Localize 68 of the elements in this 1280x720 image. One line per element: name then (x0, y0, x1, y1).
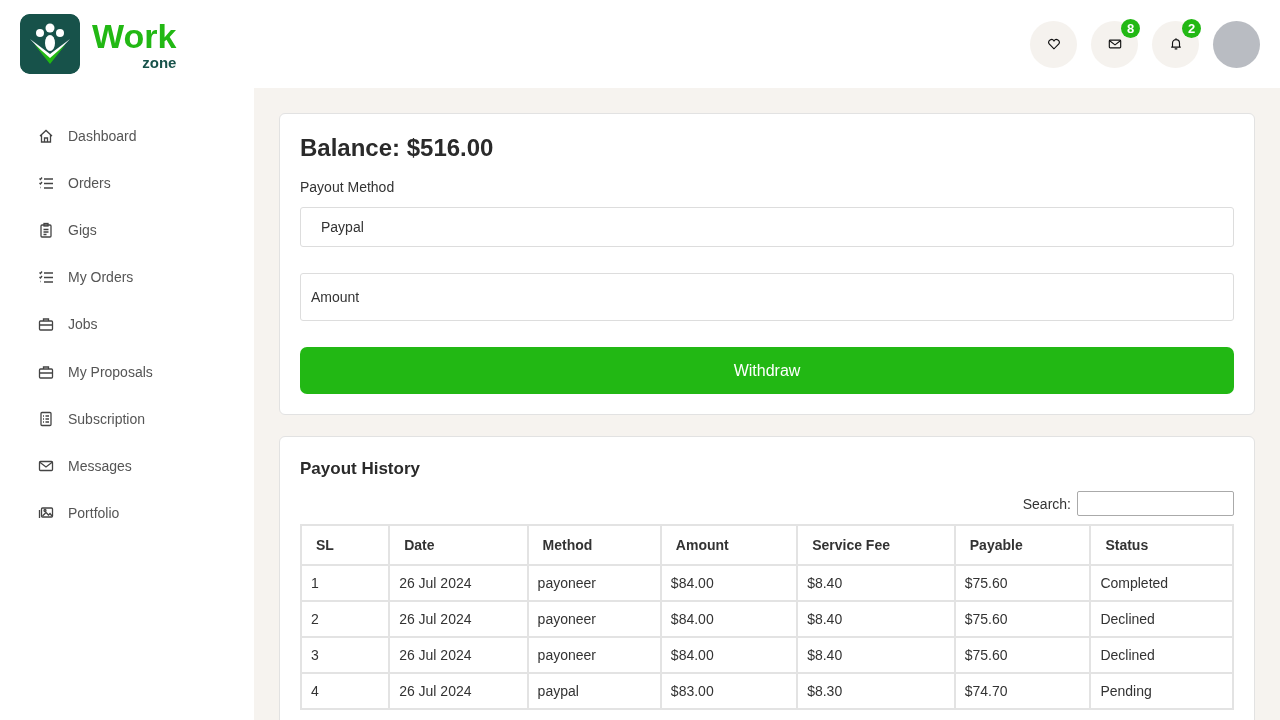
sidebar-item[interactable]: Gigs (0, 206, 254, 254)
column-header[interactable]: SL (301, 525, 390, 565)
table-cell: 2 (301, 601, 390, 637)
payout-history-title: Payout History (300, 459, 421, 479)
table-cell: $75.60 (954, 565, 1091, 601)
logo-title: Work (92, 18, 177, 53)
sidebar-item[interactable]: Messages (0, 442, 254, 490)
table-cell: 26 Jul 2024 (389, 565, 528, 601)
table-cell: Declined (1090, 601, 1233, 637)
favorites-button[interactable] (1030, 20, 1077, 68)
logo-icon (20, 14, 80, 74)
table-cell: $84.00 (660, 565, 798, 601)
table-cell: paypal (527, 673, 661, 709)
table-cell: $84.00 (660, 637, 798, 673)
sidebar-item[interactable]: Orders (0, 159, 254, 207)
table-cell: $8.40 (797, 637, 955, 673)
briefcase-icon (38, 363, 54, 380)
payout-method-label: Payout Method (300, 179, 395, 195)
search-input[interactable] (1077, 491, 1234, 516)
briefcase-icon (38, 316, 54, 333)
column-header[interactable]: Amount (660, 525, 798, 565)
column-header[interactable]: Date (389, 525, 528, 565)
sidebar-item[interactable]: Jobs (0, 300, 254, 348)
search-label: Search: (1022, 495, 1071, 512)
table-cell: payoneer (527, 601, 661, 637)
table-cell: $75.60 (954, 637, 1091, 673)
table-cell: payoneer (527, 637, 661, 673)
table-cell: $83.00 (660, 673, 798, 709)
column-header[interactable]: Payable (954, 525, 1091, 565)
notification-count-badge: 2 (1182, 18, 1201, 38)
table-cell: Pending (1090, 673, 1233, 709)
table-cell: 4 (301, 673, 390, 709)
table-cell: $75.60 (954, 601, 1091, 637)
table-cell: $84.00 (660, 601, 798, 637)
table-cell: 1 (301, 565, 390, 601)
table-cell: $8.40 (797, 601, 955, 637)
table-cell: 26 Jul 2024 (389, 673, 528, 709)
sidebar-item[interactable]: My Proposals (0, 347, 254, 396)
balance-title: Balance: $516.00 (300, 134, 495, 162)
envelope-icon (1107, 37, 1122, 51)
home-icon (38, 127, 54, 144)
payout-method-select[interactable]: Paypal (300, 207, 1234, 247)
logo-subtitle: zone (142, 54, 177, 70)
column-header[interactable]: Method (527, 525, 661, 565)
table-cell: 26 Jul 2024 (389, 601, 528, 637)
table-cell: $74.70 (954, 673, 1091, 709)
clipboard-icon (38, 221, 54, 238)
bell-icon (1168, 37, 1183, 51)
table-cell: 26 Jul 2024 (389, 637, 528, 673)
column-header[interactable]: Status (1090, 525, 1233, 565)
table-cell: 3 (301, 637, 390, 673)
sidebar-item[interactable]: Portfolio (0, 489, 254, 537)
heart-icon (1046, 37, 1061, 51)
table-cell: $8.30 (797, 673, 955, 709)
column-header[interactable]: Service Fee (797, 525, 955, 565)
sidebar-item[interactable]: My Orders (0, 253, 254, 301)
table-cell: Completed (1090, 565, 1233, 601)
avatar[interactable] (1213, 20, 1260, 68)
document-list-icon (38, 410, 54, 427)
table-cell: Declined (1090, 637, 1233, 673)
checklist-icon (38, 269, 54, 286)
sidebar-item[interactable]: Dashboard (0, 112, 254, 160)
amount-input[interactable]: Amount (300, 273, 1234, 321)
table-cell: payoneer (527, 565, 661, 601)
sidebar-item[interactable]: Subscription (0, 395, 254, 443)
checklist-icon (38, 174, 54, 191)
table-cell: $8.40 (797, 565, 955, 601)
message-count-badge: 8 (1121, 18, 1140, 38)
